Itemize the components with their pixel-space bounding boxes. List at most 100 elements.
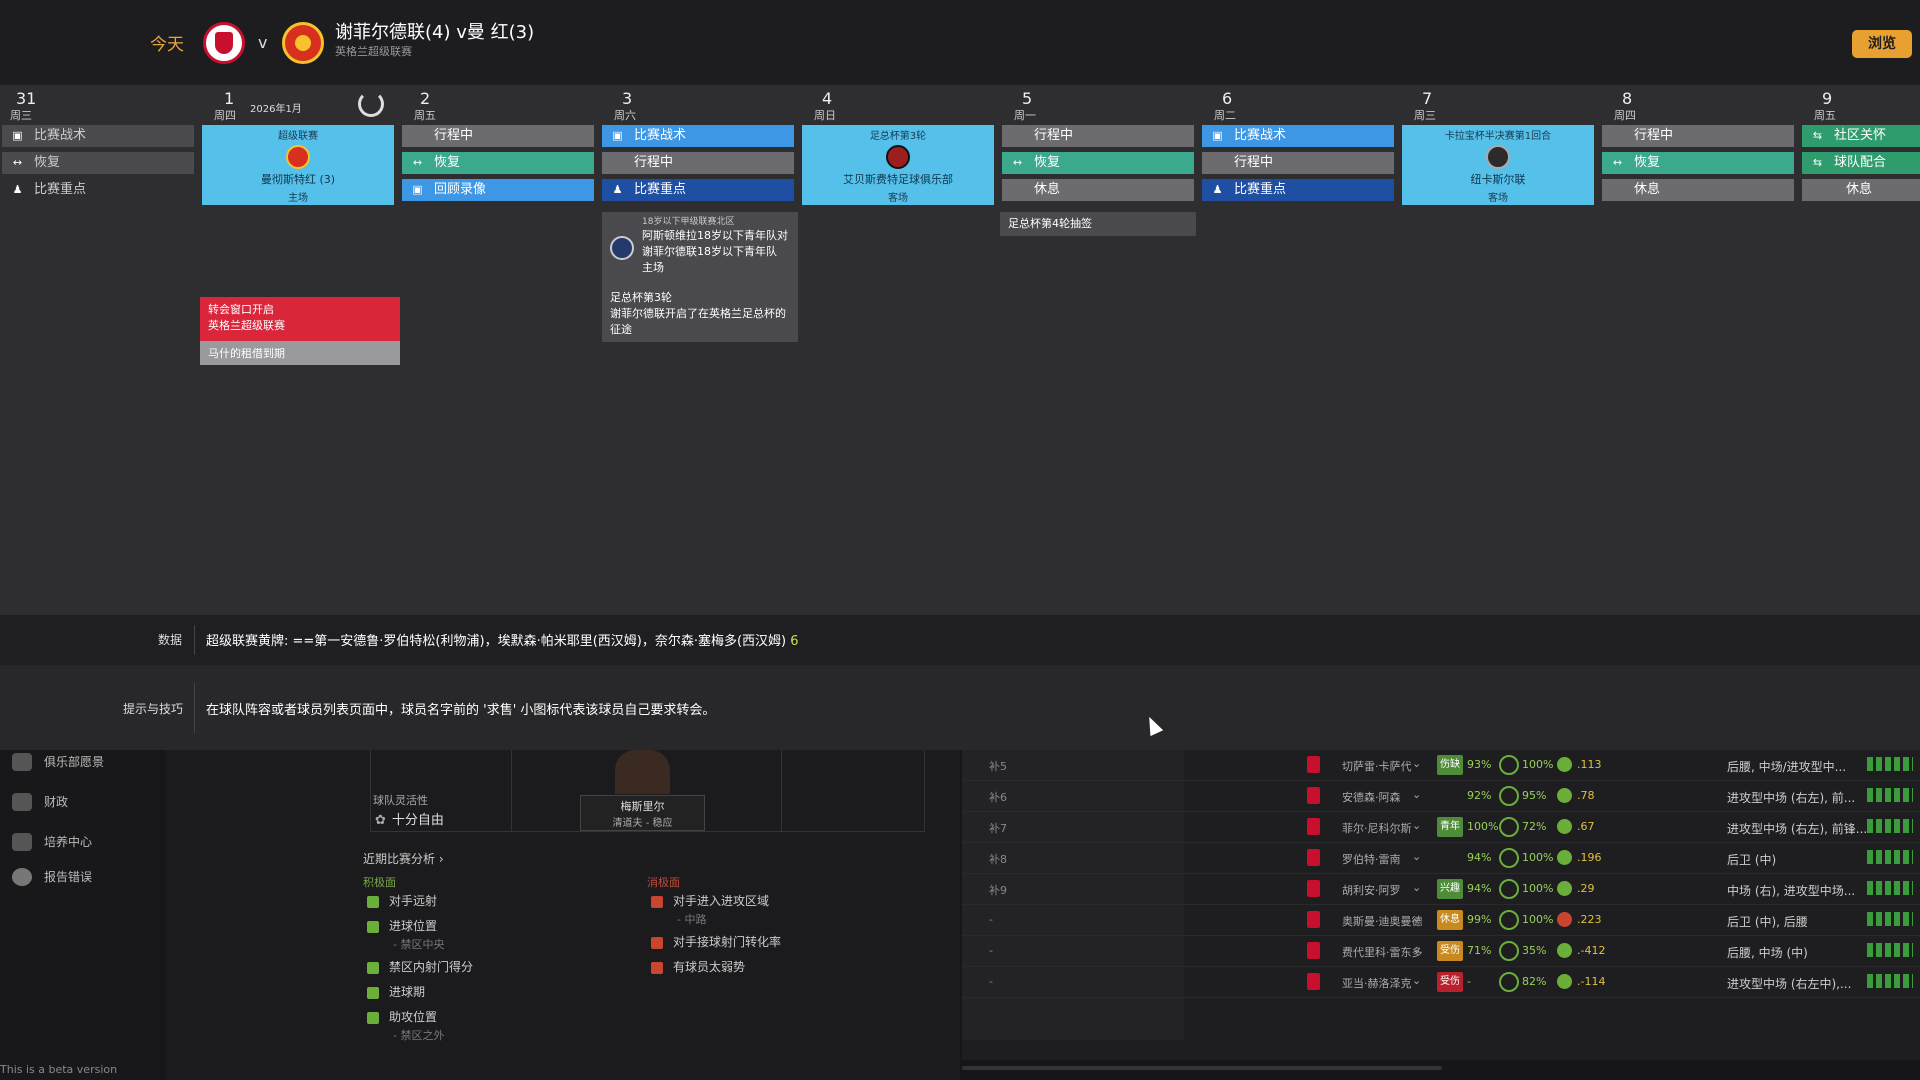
squad-row[interactable]: 补7 菲尔·尼科尔斯 ⌄ 青年 100% 72% .67 进攻型中场 (右左), 前锋... (962, 812, 1920, 843)
session-travel[interactable]: 行程中 (1602, 125, 1794, 147)
slot-label: 补8 (989, 853, 1007, 866)
session-focus[interactable]: ♟ 比赛重点 (602, 179, 794, 201)
away-club-crest[interactable] (282, 22, 324, 64)
loan-end-event[interactable]: 马什的租借到期 (200, 341, 400, 365)
chevron-down-icon[interactable]: ⌄ (1412, 788, 1421, 801)
squad-row[interactable]: - 奥斯曼·迪奥曼德 ⌄ 休息 99% 100% .223 后卫 (中), 后腰 (962, 905, 1920, 936)
versus-label: v (258, 33, 268, 52)
shirt-icon (1307, 849, 1320, 866)
development-icon (12, 833, 32, 851)
fluidity-text: 十分自由 (391, 813, 444, 828)
session-travel[interactable]: 行程中 (1202, 152, 1394, 174)
facup-draw-event[interactable]: 足总杯第4轮抽签 (1000, 212, 1196, 236)
session-tactics[interactable]: ▣ 比赛战术 (2, 125, 194, 147)
session-rest[interactable]: 休息 (1602, 179, 1794, 201)
session-recovery[interactable]: ↔ 恢复 (402, 152, 594, 174)
nav-club-vision[interactable]: 俱乐部愿景 (10, 750, 104, 774)
session-review[interactable]: ▣ 回顾录像 (402, 179, 594, 201)
squad-row[interactable]: 补5 切萨雷·卡萨代 ⌄ 伤缺 93% 100% .113 后腰, 中场/进攻型中... (962, 750, 1920, 781)
session-recovery[interactable]: ↔ 恢复 (2, 152, 194, 174)
player-name[interactable]: 亚当·赫洛泽克 (1342, 975, 1412, 991)
nav-report-bug[interactable]: 报告错误 (10, 865, 92, 889)
fixture-competition: 超级联赛 (278, 131, 318, 142)
facup-start-event[interactable]: 足总杯第3轮 谢菲尔德联开启了在英格兰足总杯的征途 (602, 286, 798, 342)
item-text: 对手进入进攻区域 (673, 894, 770, 908)
month-label: 2026年1月 (250, 104, 302, 115)
schedule-calendar: 31 周三 ▣ 比赛战术 ↔ 恢复 ♟ 比赛重点 1 周四 2026年1月 超级联赛 … (0, 85, 1920, 615)
session-label: 比赛战术 (34, 128, 87, 143)
ticker-text[interactable]: 超级联赛黄牌: ==第一安德鲁·罗伯特松(利物浦)，埃默森·帕米耶里(西汉姆)，… (206, 630, 799, 649)
recent-analysis-link[interactable]: 近期比赛分析 › (363, 850, 444, 867)
session-focus[interactable]: ♟ 比赛重点 (1202, 179, 1394, 201)
fixture-card[interactable]: 足总杯第3轮 艾贝斯费特足球俱乐部 客场 (802, 125, 994, 205)
browse-button[interactable]: 浏览 (1852, 30, 1912, 58)
match-title[interactable]: 谢菲尔德联(4) v曼 红(3) (335, 18, 534, 44)
team-fluidity-label: 球队灵活性 (373, 794, 428, 807)
player-name[interactable]: 安德森·阿森 (1342, 789, 1401, 805)
person-icon: ♟ (612, 183, 623, 196)
session-rest[interactable]: 休息 (1002, 179, 1194, 201)
positives-header: 积极面 (363, 876, 396, 889)
squad-row[interactable]: - 亚当·赫洛泽克 ⌄ 受伤 -82% .-114 进攻型中场 (右左中),... (962, 967, 1920, 998)
status-tag: 兴趣 (1437, 879, 1463, 899)
session-label: 比赛战术 (634, 128, 687, 143)
chevron-down-icon[interactable]: ⌄ (1412, 912, 1421, 925)
status-tag (1437, 848, 1463, 868)
chevron-down-icon[interactable]: ⌄ (1412, 819, 1421, 832)
session-travel[interactable]: 行程中 (602, 152, 794, 174)
nav-finances[interactable]: 财政 (10, 790, 68, 814)
player-position-card[interactable]: 梅斯里尔 清道夫 - 稳应 (580, 795, 705, 831)
shirt-icon (1307, 942, 1320, 959)
chevron-down-icon[interactable]: ⌄ (1412, 881, 1421, 894)
form-bars-icon (1867, 850, 1913, 864)
item-text: 进球期 (389, 985, 426, 999)
session-travel[interactable]: 行程中 (1002, 125, 1194, 147)
session-tactics[interactable]: ▣ 比赛战术 (602, 125, 794, 147)
team-fluidity-value[interactable]: ✿ 十分自由 (375, 809, 444, 828)
player-name[interactable]: 费代里科·雷东多 (1342, 944, 1423, 960)
fixture-card[interactable]: 超级联赛 曼彻斯特红 (3) 主场 (202, 125, 394, 205)
u18-fixture-event[interactable]: 18岁以下甲级联赛北区 阿斯顿维拉18岁以下青年队对谢菲尔德联18岁以下青年队 … (602, 212, 798, 286)
player-name[interactable]: 奥斯曼·迪奥曼德 (1342, 913, 1423, 929)
session-recovery[interactable]: ↔ 恢复 (1602, 152, 1794, 174)
chevron-down-icon[interactable]: ⌄ (1412, 850, 1421, 863)
rating-value: .29 (1577, 882, 1595, 895)
positive-item: 进球位置 (367, 917, 437, 934)
session-travel[interactable]: 行程中 (402, 125, 594, 147)
player-name[interactable]: 胡利安·阿罗 (1342, 882, 1401, 898)
chevron-down-icon[interactable]: ⌄ (1412, 974, 1421, 987)
transfer-window-event[interactable]: 转会窗口开启 英格兰超级联赛 (200, 297, 400, 341)
session-focus[interactable]: ♟ 比赛重点 (2, 179, 194, 201)
player-name[interactable]: 切萨雷·卡萨代 (1342, 758, 1412, 774)
today-button[interactable]: 今天 (150, 30, 184, 55)
chevron-down-icon[interactable]: ⌄ (1412, 943, 1421, 956)
sharpness-value: 100% (1522, 758, 1554, 771)
session-recovery[interactable]: ↔ 恢复 (1002, 152, 1194, 174)
home-club-crest[interactable] (203, 22, 245, 64)
fixture-card[interactable]: 卡拉宝杯半决赛第1回合 纽卡斯尔联 客场 (1402, 125, 1594, 205)
chevron-down-icon[interactable]: ⌄ (1412, 757, 1421, 770)
calendar-day: 6 周二 ▣ 比赛战术 行程中 ♟ 比赛重点 (1200, 85, 1396, 615)
refresh-icon: ⇆ (1812, 156, 1823, 169)
squad-row[interactable]: 补9 胡利安·阿罗 ⌄ 兴趣 94% 100% .29 中场 (右), 进攻型中场... (962, 874, 1920, 905)
fixture-competition: 卡拉宝杯半决赛第1回合 (1444, 131, 1552, 142)
session-label: 球队配合 (1834, 155, 1887, 170)
negative-item: 对手接球射门转化率 (651, 933, 781, 950)
calendar-day: 4 周日 足总杯第3轮 艾贝斯费特足球俱乐部 客场 (800, 85, 996, 615)
squad-row[interactable]: 补6 安德森·阿森 ⌄ 92% 95% .78 进攻型中场 (右左), 前... (962, 781, 1920, 812)
squad-row[interactable]: - 费代里科·雷东多 ⌄ 受伤 71% 35% .-412 后腰, 中场 (中) (962, 936, 1920, 967)
match-header: 今天 v 谢菲尔德联(4) v曼 红(3) 英格兰超级联赛 浏览 (0, 0, 1920, 85)
squad-row[interactable]: 补8 罗伯特·雷南 ⌄ 94% 100% .196 后卫 (中) (962, 843, 1920, 874)
session-rest[interactable]: 休息 (1802, 179, 1920, 201)
session-teamwork[interactable]: ⇆ 球队配合 (1802, 152, 1920, 174)
player-positions: 后腰, 中场/进攻型中... (1727, 760, 1847, 774)
horizontal-scrollbar[interactable] (962, 1066, 1442, 1070)
session-tactics[interactable]: ▣ 比赛战术 (1202, 125, 1394, 147)
player-name[interactable]: 罗伯特·雷南 (1342, 851, 1401, 867)
nav-development-centre[interactable]: 培养中心 (10, 830, 92, 854)
player-name[interactable]: 菲尔·尼科尔斯 (1342, 820, 1412, 836)
form-bars-icon (1867, 788, 1913, 802)
condition-value: 92% (1467, 789, 1492, 802)
squad-list: 补5 切萨雷·卡萨代 ⌄ 伤缺 93% 100% .113 后腰, 中场/进攻型中... 补6 安… (962, 750, 1920, 1060)
session-community[interactable]: ⇆ 社区关怀 (1802, 125, 1920, 147)
